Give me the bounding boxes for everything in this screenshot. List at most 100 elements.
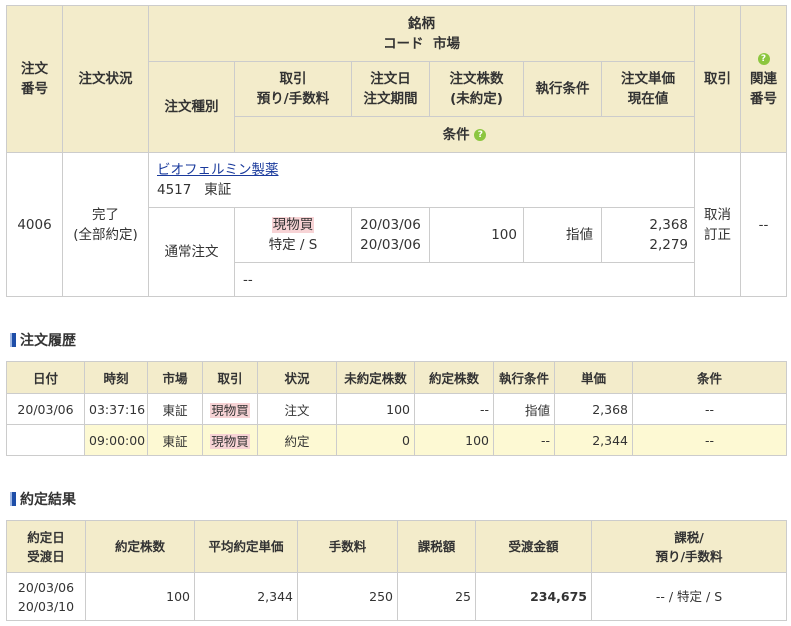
- header-order-type: 注文種別: [148, 61, 235, 153]
- trade-type-badge: 現物買: [271, 217, 315, 233]
- header-code-market: コード 市場: [383, 35, 460, 52]
- order-conditions: --: [233, 262, 696, 297]
- result-avg: 2,344: [194, 572, 298, 621]
- history-cond2: --: [632, 393, 787, 425]
- table-row: 09:00:00 東証 現物買 約定 0 100 -- 2,344 --: [6, 424, 787, 456]
- history-filled: 100: [414, 424, 494, 456]
- order-status: 完了 (全部約定): [62, 152, 149, 297]
- history-header: 約定株数: [414, 361, 494, 394]
- result-qty: 100: [85, 572, 195, 621]
- header-trade: 取引 預り/手数料: [234, 61, 352, 117]
- history-trade: 現物買: [202, 424, 258, 456]
- header-order-date: 注文日 注文期間: [351, 61, 430, 117]
- history-price: 2,344: [554, 424, 633, 456]
- result-header-qty: 約定株数: [85, 520, 195, 573]
- trade-cell: 現物買 特定 / S: [234, 207, 352, 263]
- order-quantity: 100: [429, 207, 524, 263]
- order-unit-price: 2,368: [649, 217, 689, 233]
- stock-cell: ビオフェルミン製薬 4517 東証: [147, 152, 696, 208]
- order-type: 通常注文: [148, 207, 235, 297]
- history-title: 注文履歴: [20, 333, 76, 349]
- history-header: 執行条件: [493, 361, 555, 394]
- history-table: 日付 時刻 市場 取引 状況 未約定株数 約定株数 執行条件 単価 条件 20/…: [6, 361, 787, 456]
- result-title: 約定結果: [20, 492, 76, 508]
- history-header: 取引: [202, 361, 258, 394]
- history-header-row: 日付 時刻 市場 取引 状況 未約定株数 約定株数 執行条件 単価 条件: [6, 361, 787, 394]
- history-market: 東証: [147, 424, 203, 456]
- result-header-fee: 手数料: [297, 520, 398, 573]
- header-unit-price: 注文単価 現在値: [600, 61, 696, 117]
- history-header: 条件: [632, 361, 787, 394]
- history-header: 日付: [6, 361, 85, 394]
- history-header: 市場: [147, 361, 203, 394]
- history-filled: --: [414, 393, 494, 425]
- related-no: --: [740, 152, 788, 297]
- cancel-link[interactable]: 取消: [699, 205, 736, 225]
- history-header: 状況: [257, 361, 337, 394]
- date-cell: 20/03/06 20/03/06: [351, 207, 430, 263]
- header-stock-label: 銘柄: [408, 15, 436, 32]
- section-marker-icon: [10, 333, 16, 347]
- help-icon[interactable]: ?: [757, 53, 770, 65]
- trade-type-badge: 現物買: [210, 402, 250, 418]
- result-table: 約定日 受渡日 約定株数 平均約定単価 手数料 課税額 受渡金額 課税/ 預り/…: [6, 520, 787, 621]
- table-row: 20/03/06 03:37:16 東証 現物買 注文 100 -- 指値 2,…: [6, 393, 787, 425]
- history-unfilled: 0: [336, 424, 415, 456]
- order-date: 20/03/06: [360, 217, 421, 233]
- header-order-no: 注文 番号: [6, 5, 63, 153]
- order-period: 20/03/06: [360, 237, 421, 253]
- header-status: 注文状況: [62, 5, 149, 153]
- header-torihiki: 取引: [694, 5, 742, 153]
- result-header-taxacc: 課税/ 預り/手数料: [591, 520, 787, 573]
- result-header-avg: 平均約定単価: [194, 520, 298, 573]
- result-tax: 25: [397, 572, 476, 621]
- header-related-label: 関連 番号: [750, 71, 778, 107]
- stock-code-market: 4517 東証: [157, 182, 232, 198]
- result-section-title: 約定結果: [10, 489, 76, 509]
- account-type: 特定 / S: [268, 237, 318, 253]
- section-marker-icon: [10, 492, 16, 506]
- table-row: 20/03/06 20/03/10 100 2,344 250 25 234,6…: [6, 572, 787, 621]
- history-time: 03:37:16: [84, 393, 148, 425]
- header-related: ? 関連 番号: [740, 5, 788, 153]
- result-header-date: 約定日 受渡日: [6, 520, 86, 573]
- history-date: [6, 424, 85, 456]
- settle-date: 20/03/10: [17, 598, 75, 614]
- history-unfilled: 100: [336, 393, 415, 425]
- history-trade: 現物買: [202, 393, 258, 425]
- history-status: 注文: [257, 393, 337, 425]
- history-date: 20/03/06: [6, 393, 85, 425]
- result-taxacc: -- / 特定 / S: [591, 572, 787, 621]
- history-header: 時刻: [84, 361, 148, 394]
- result-header-row: 約定日 受渡日 約定株数 平均約定単価 手数料 課税額 受渡金額 課税/ 預り/…: [6, 520, 787, 573]
- header-stock: 銘柄 コード 市場: [147, 5, 696, 62]
- history-time: 09:00:00: [84, 424, 148, 456]
- result-header-tax: 課税額: [397, 520, 476, 573]
- history-cond2: --: [632, 424, 787, 456]
- modify-link[interactable]: 訂正: [699, 225, 736, 245]
- trade-date: 20/03/06: [17, 579, 75, 595]
- order-detail-table: 注文 番号 注文状況 銘柄 コード 市場 取引 ? 関連 番号 注文種別 取引 …: [6, 5, 788, 297]
- history-market: 東証: [147, 393, 203, 425]
- result-amount: 234,675: [475, 572, 592, 621]
- help-icon[interactable]: ?: [474, 128, 487, 141]
- header-conditions: 条件 ?: [233, 116, 696, 153]
- history-cond: 指値: [493, 393, 555, 425]
- history-header: 単価: [554, 361, 633, 394]
- result-dates: 20/03/06 20/03/10: [6, 572, 86, 621]
- exec-cond: 指値: [523, 207, 602, 263]
- stock-name-link[interactable]: ビオフェルミン製薬: [157, 162, 279, 178]
- price-cell: 2,368 2,279: [600, 207, 696, 263]
- action-cell: 取消 訂正: [694, 152, 742, 297]
- trade-type-badge: 現物買: [210, 433, 250, 449]
- history-header: 未約定株数: [336, 361, 415, 394]
- history-price: 2,368: [554, 393, 633, 425]
- header-quantity: 注文株数 (未約定): [429, 61, 524, 117]
- history-status: 約定: [257, 424, 337, 456]
- history-cond: --: [493, 424, 555, 456]
- header-conditions-label: 条件: [442, 126, 470, 143]
- order-no: 4006: [6, 152, 63, 297]
- current-price: 2,279: [649, 237, 689, 253]
- result-fee: 250: [297, 572, 398, 621]
- header-exec-cond: 執行条件: [523, 61, 602, 117]
